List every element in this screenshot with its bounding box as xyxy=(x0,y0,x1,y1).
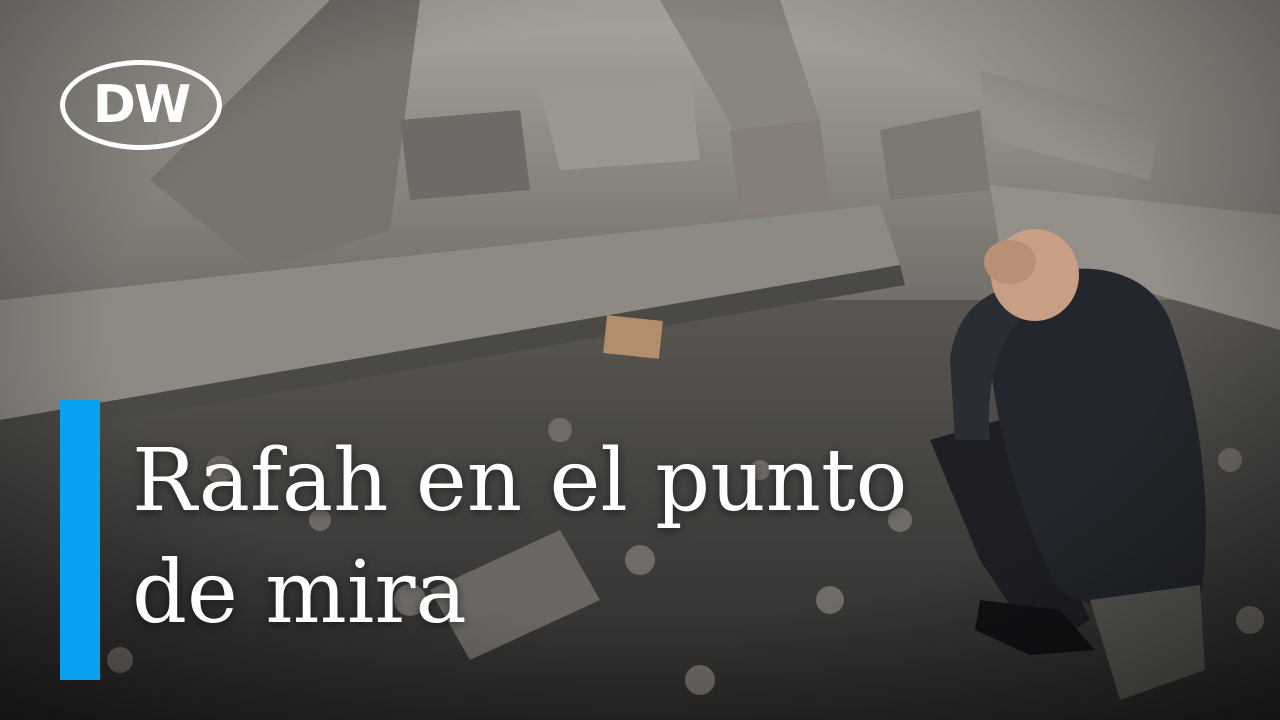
dw-logo-text: DW xyxy=(92,75,192,135)
headline-line-1: Rafah en el punto xyxy=(132,431,908,531)
headline-line-2: de mira xyxy=(132,543,467,643)
thumbnail-frame: DW Rafah en el punto de mira xyxy=(0,0,1280,720)
accent-bar xyxy=(60,400,100,680)
dw-logo: DW xyxy=(60,60,222,150)
headline: Rafah en el punto de mira xyxy=(132,425,1132,649)
